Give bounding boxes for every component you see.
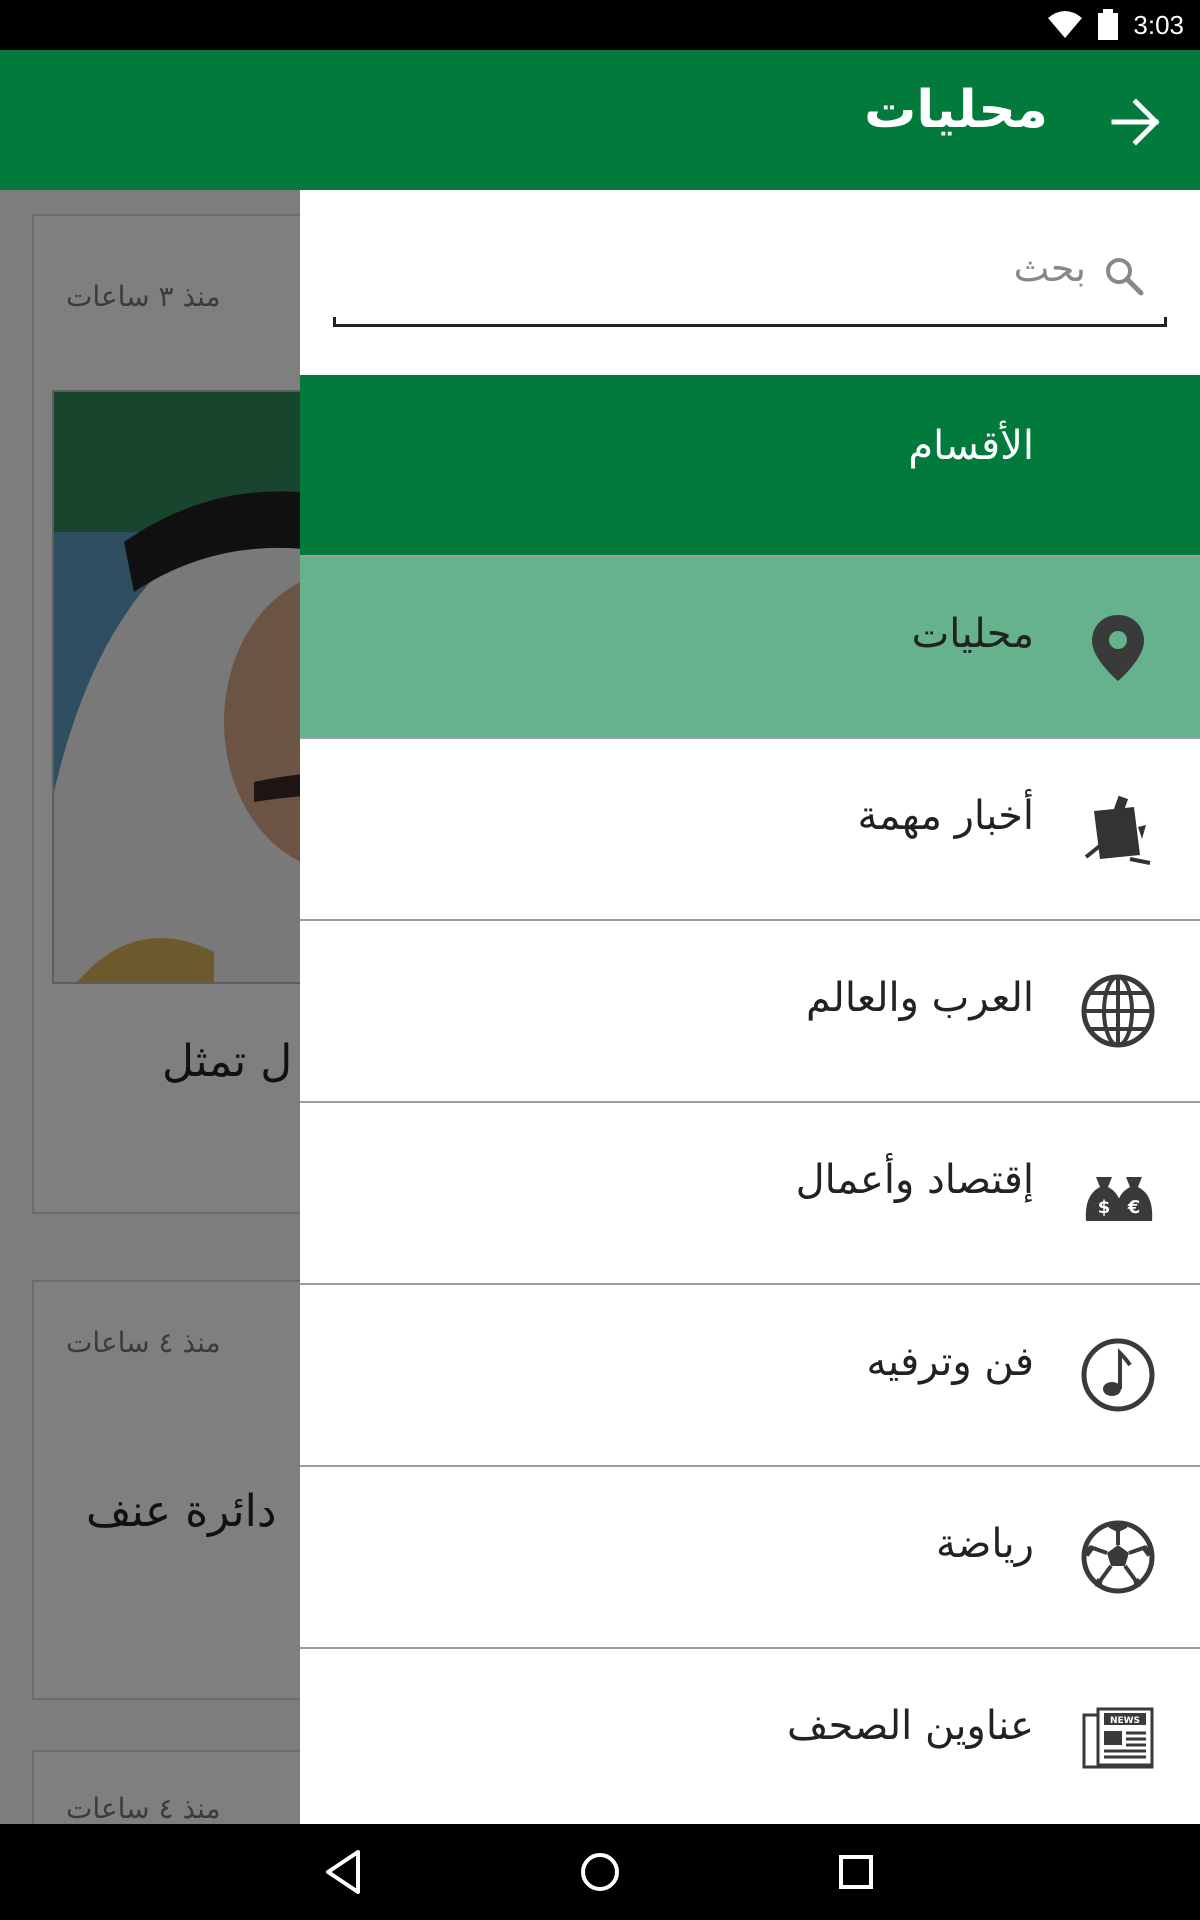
- menu-item-label: عناوين الصحف: [787, 1703, 1034, 1749]
- soccer-ball-icon: [1081, 1520, 1155, 1594]
- search-underline: [333, 317, 1167, 327]
- system-nav-bar: [0, 1824, 1200, 1920]
- menu-item-label: فن وترفيه: [866, 1339, 1034, 1385]
- menu-item-arabs-world[interactable]: العرب والعالم: [300, 919, 1200, 1101]
- money-bags-icon: $ €: [1085, 1177, 1153, 1221]
- pinned-note-icon: [1084, 795, 1151, 865]
- arrow-forward-icon[interactable]: [1108, 94, 1164, 150]
- status-time: 3:03: [1133, 9, 1184, 40]
- app-bar: محليات: [0, 50, 1200, 190]
- wifi-icon: [1048, 11, 1083, 38]
- menu-item-economy-business[interactable]: إقتصاد وأعمال $ €: [300, 1101, 1200, 1283]
- svg-text:$: $: [1098, 1197, 1111, 1218]
- menu-item-local[interactable]: محليات: [300, 555, 1200, 737]
- status-bar: 3:03: [0, 0, 1200, 50]
- menu-item-label: العرب والعالم: [806, 975, 1034, 1021]
- search-input[interactable]: [486, 238, 1086, 298]
- globe-icon: [1081, 974, 1155, 1048]
- menu-item-newspaper-headlines[interactable]: عناوين الصحف NEWS: [300, 1647, 1200, 1824]
- menu-item-label: أخبار مهمة: [857, 793, 1034, 839]
- back-triangle-icon[interactable]: [318, 1846, 370, 1898]
- newspaper-icon: NEWS: [1082, 1707, 1154, 1769]
- menu-item-sports[interactable]: رياضة: [300, 1465, 1200, 1647]
- sections-header-label: الأقسام: [908, 423, 1034, 469]
- map-pin-icon: [1092, 615, 1144, 681]
- search-icon: [1106, 258, 1144, 296]
- menu-item-art-entertainment[interactable]: فن وترفيه: [300, 1283, 1200, 1465]
- recents-square-icon[interactable]: [830, 1846, 882, 1898]
- page-title: محليات: [864, 80, 1048, 140]
- search-area: [300, 190, 1200, 375]
- navigation-drawer: الأقسام محليات أخبار مهمة العرب والعالم …: [300, 190, 1200, 1824]
- home-circle-icon[interactable]: [574, 1846, 626, 1898]
- battery-icon: [1098, 9, 1119, 40]
- status-icons: 3:03: [1047, 0, 1184, 50]
- svg-text:€: €: [1127, 1197, 1141, 1218]
- menu-item-label: إقتصاد وأعمال: [795, 1157, 1034, 1203]
- menu-item-label: محليات: [911, 611, 1034, 657]
- sections-header: الأقسام: [300, 375, 1200, 555]
- music-note-icon: [1081, 1338, 1155, 1412]
- menu-item-important-news[interactable]: أخبار مهمة: [300, 737, 1200, 919]
- newspaper-icon-text: NEWS: [1110, 1716, 1140, 1726]
- menu-item-label: رياضة: [935, 1521, 1034, 1567]
